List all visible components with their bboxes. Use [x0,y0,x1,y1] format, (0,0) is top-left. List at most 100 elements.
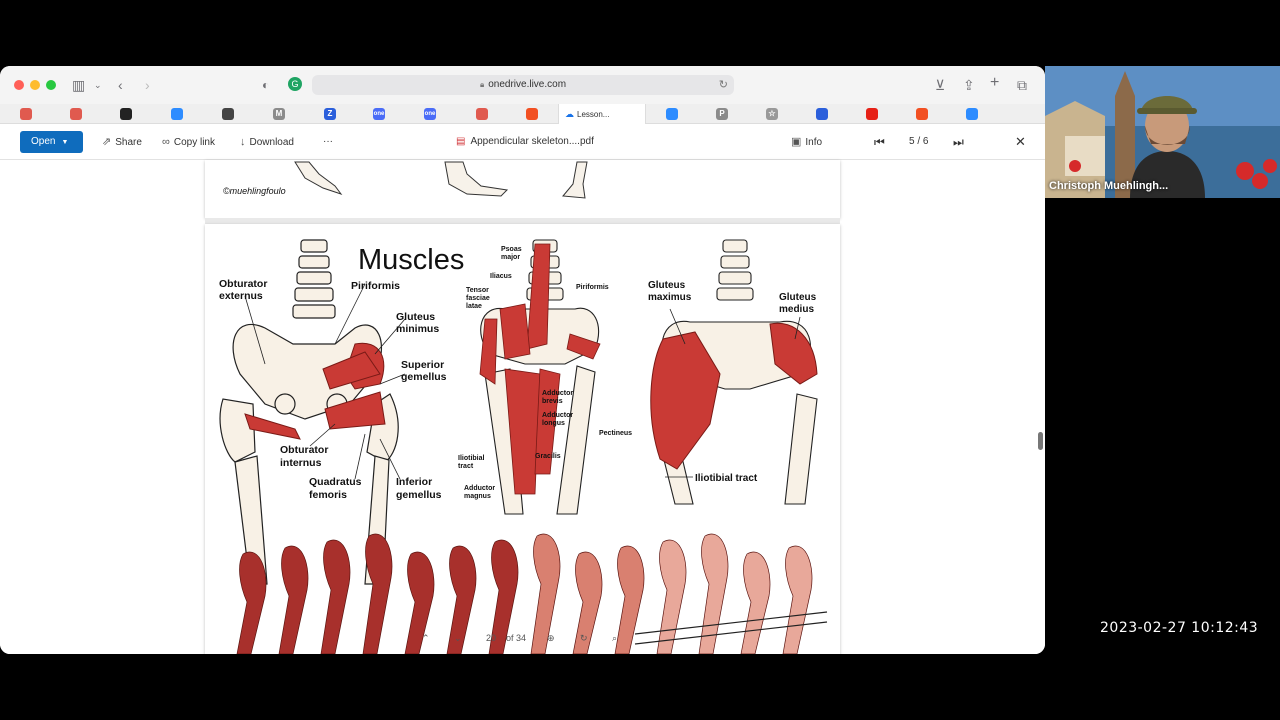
svg-text:Psoasmajor: Psoas major [501,246,522,261]
favicon-12[interactable] [666,108,678,120]
favicon-10[interactable] [476,108,488,120]
label-quadratus-femoris-2: femoris [309,489,347,501]
running-leg [782,545,813,654]
copy-link-button[interactable]: ∞ Copy link [162,134,215,151]
lock-icon: 🔒︎ [479,80,485,89]
label-inferior-gemellus-2: gemellus [396,489,442,501]
search-icon[interactable]: ⌕ [612,628,617,648]
favicon-1[interactable] [20,108,32,120]
running-leg [236,551,267,654]
privacy-shield-icon[interactable]: ◐ [262,76,269,94]
browser-window: ▥ ⌄ ‹ › ◐ G 🔒︎ onedrive.live.com ↻ ⊻ ⇪ + … [0,66,1045,654]
download-label: Download [249,137,294,148]
svg-text:Inferior gemellus: Inferior gemellus [396,476,442,501]
favicon-4[interactable] [171,108,183,120]
viewer-scrollbar-thumb[interactable] [1038,432,1043,450]
favicon-11[interactable] [526,108,538,120]
favicon-14[interactable]: ☆ [766,108,778,120]
label-adductor-brevis-2: brevis [542,398,563,405]
more-options-button[interactable]: ··· [323,134,333,150]
anterior-thigh-figure: Psoas major Iliacus Tensor fasciae latae Pi… [458,239,632,515]
tab-overview-icon[interactable]: ⧉ [1017,76,1027,94]
label-iliacus: Iliacus [490,273,512,280]
favicon-7[interactable]: Z [324,108,336,120]
svg-text:Gluteus minimus: Gluteus minimus [396,311,439,335]
label-obturator-externus-2: externus [219,290,263,302]
minimize-window-button[interactable] [30,80,40,90]
running-leg [740,551,771,654]
pdf-file-icon: ▤ [456,136,466,147]
info-panel-icon: ▣ [791,136,802,148]
participant-name: Christoph Muehlingh... [1049,180,1169,192]
muscles-illustration: Muscles Obturator externus Piriformis Gl… [219,239,828,654]
next-file-button[interactable]: ⏭︎ [953,134,964,150]
close-window-button[interactable] [14,80,24,90]
info-button[interactable]: ▣ Info [791,134,822,151]
info-label: Info [805,137,823,148]
label-tensor-3: latae [466,303,482,310]
favicon-18[interactable] [966,108,978,120]
running-leg [320,539,351,654]
recording-timestamp: 2023-02-27 10:12:43 [1100,620,1259,636]
maximize-window-button[interactable] [46,80,56,90]
share-button[interactable]: ⇗ Share [102,134,142,151]
share-icon: ⇗ [102,136,112,148]
open-button[interactable]: Open ▼ [20,131,83,153]
chevron-down-icon: ▼ [61,139,69,146]
reload-icon[interactable]: ↻ [719,75,728,95]
previous-file-button[interactable]: ⏮︎ [874,134,885,150]
label-gluteus-minimus-2: minimus [396,323,439,335]
tab-lesson-label: Lesson... [577,110,610,119]
label-gluteus-medius-2: medius [779,304,814,315]
favicon-13[interactable]: P [716,108,728,120]
back-icon[interactable]: ‹ [118,76,123,94]
next-page-icon[interactable]: ⌄ [454,628,462,648]
zoom-in-icon[interactable]: ⊕ [547,628,555,648]
label-inferior-gemellus-1: Inferior [396,476,432,488]
close-viewer-button[interactable]: ✕ [1015,134,1026,150]
new-tab-icon[interactable]: + [990,74,999,92]
favicon-17[interactable] [916,108,928,120]
open-button-label: Open [31,136,56,147]
svg-text:Gluteus medius: Gluteus medius [779,292,819,315]
favicon-15[interactable] [816,108,828,120]
favicon-16[interactable] [866,108,878,120]
label-tensor-2: fasciae [466,295,490,302]
label-iliotibial-small-1: Iliotibial [458,455,485,462]
video-feed [1045,66,1280,198]
share-label: Share [115,137,142,148]
pdf-viewer[interactable]: ©muehlingfoulo Muscles Obturator externu… [0,160,1045,654]
running-leg [278,545,309,654]
sidebar-toggle-icon[interactable]: ▥ [72,76,85,94]
title-bar: ▥ ⌄ ‹ › ◐ G 🔒︎ onedrive.live.com ↻ ⊻ ⇪ + … [0,66,1045,104]
svg-text:Gluteus maximus: Gluteus maximus [648,280,692,303]
download-button[interactable]: ↓ Download [240,134,294,151]
label-obturator-internus-2: internus [280,457,322,469]
favicon-6[interactable]: M [273,108,285,120]
favicon-3[interactable] [120,108,132,120]
copy-link-label: Copy link [173,137,215,148]
grammarly-extension-icon[interactable]: G [288,77,302,91]
share-icon[interactable]: ⇪ [963,76,975,94]
chevron-down-icon[interactable]: ⌄ [94,76,102,94]
tab-lesson[interactable]: ☁ Lesson... [558,104,646,124]
label-psoas-major-1: Psoas [501,246,522,253]
downloads-icon[interactable]: ⊻ [935,76,945,94]
label-adductor-longus-2: longus [542,420,565,427]
address-bar[interactable]: 🔒︎ onedrive.live.com ↻ [312,75,734,95]
label-gluteus-medius-1: Gluteus [779,292,817,303]
favicon-8[interactable]: one [373,108,385,120]
forward-icon[interactable]: › [145,76,150,94]
favicon-2[interactable] [70,108,82,120]
svg-text:Obturator internus: Obturator internus [280,444,331,469]
rotate-icon[interactable]: ↻ [580,628,588,648]
label-piriformis-2: Piriformis [576,284,609,291]
favicon-9[interactable]: one [424,108,436,120]
label-gluteus-minimus-1: Gluteus [396,311,435,323]
label-iliotibial-tract: Iliotibial tract [695,473,758,484]
current-page-input[interactable]: 20 [482,628,500,648]
previous-page-icon[interactable]: ⌃ [422,628,430,648]
favicon-5[interactable] [222,108,234,120]
favorites-bar: ☁ Lesson... M Zone one P ☆ [0,104,1045,124]
download-icon: ↓ [240,136,246,148]
